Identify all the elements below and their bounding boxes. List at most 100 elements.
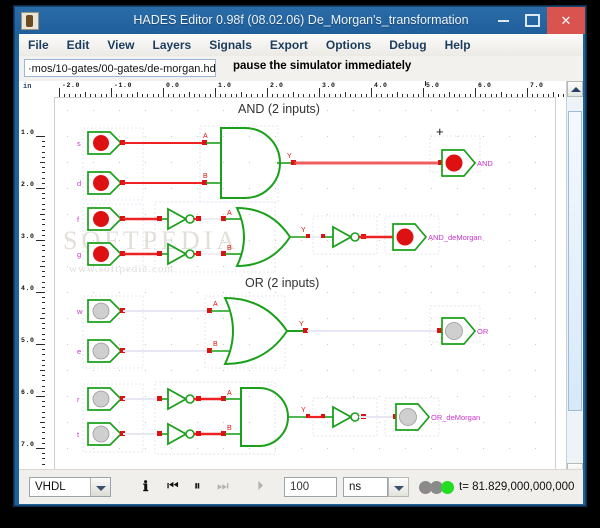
client-area: File Edit View Layers Signals Export Opt… [19, 34, 583, 503]
output-led-or-demorgan[interactable] [395, 403, 431, 431]
minimize-button[interactable] [489, 7, 518, 34]
ruler-label: 5.0 [426, 82, 440, 89]
input-label-d: d [77, 179, 81, 188]
language-select-value: VHDL [35, 481, 66, 493]
ruler-label: -2.0 [62, 82, 81, 89]
menu-item-export[interactable]: Export [261, 34, 317, 54]
menu-item-options[interactable]: Options [317, 34, 380, 54]
pin-label-y: Y [287, 153, 292, 160]
ruler-label: -1.0 [114, 82, 133, 89]
circuit-row-or[interactable]: w e A B Y OR [76, 295, 489, 369]
menu-item-edit[interactable]: Edit [58, 34, 99, 54]
led-running [441, 481, 454, 494]
play-icon[interactable]: ⏵ [257, 478, 264, 494]
chevron-down-icon[interactable] [90, 478, 110, 496]
menu-item-file[interactable]: File [19, 34, 58, 54]
pin-label-b: B [227, 245, 232, 252]
input-switch-w[interactable] [87, 299, 125, 323]
menu-item-help[interactable]: Help [436, 34, 480, 54]
application-window: HADES Editor 0.98f (08.02.06) De_Morgan'… [14, 6, 586, 506]
ruler-label: 6.0 [21, 389, 35, 396]
ruler-tick-major [59, 88, 60, 97]
inverter-r[interactable] [162, 387, 195, 411]
ruler-tick-major [36, 448, 45, 449]
info-icon[interactable]: ℹ [143, 478, 148, 495]
step-size-input[interactable]: 100 [284, 477, 337, 497]
ruler-tick-major [267, 88, 268, 97]
fast-forward-icon[interactable]: ⏭ [217, 478, 229, 494]
input-switch-e[interactable] [87, 339, 125, 363]
output-label-or-demorgan: OR_deMorgan [431, 413, 480, 422]
output-label-or: OR [477, 327, 489, 336]
vertical-scroll-thumb[interactable] [568, 111, 582, 411]
title-bar[interactable]: HADES Editor 0.98f (08.02.06) De_Morgan'… [15, 7, 585, 34]
input-switch-g[interactable] [87, 242, 125, 266]
circuit-row-and-demorgan[interactable]: f g A B Y AND_deMorgan [77, 201, 482, 273]
ruler-label: 1.0 [218, 82, 232, 89]
input-label-w: w [76, 307, 83, 316]
ruler-tick-major [36, 344, 45, 345]
output-led-and[interactable] [441, 149, 477, 177]
menu-item-debug[interactable]: Debug [380, 34, 435, 54]
pin-label-y: Y [301, 227, 306, 234]
or-gate-body[interactable] [223, 296, 289, 366]
ruler-corner: in [19, 81, 46, 98]
time-unit-select[interactable]: ns [343, 477, 388, 497]
menu-bar: File Edit View Layers Signals Export Opt… [19, 34, 583, 57]
menu-item-signals[interactable]: Signals [200, 34, 261, 54]
design-path-field[interactable]: ·mos/10-gates/00-gates/de-morgan.hds [24, 59, 216, 77]
circuit-row-or-demorgan[interactable]: r t A B Y OR_deMorgan [77, 381, 480, 455]
schematic-canvas[interactable]: SOFTPEDIA www.softpedia.com AND (2 input… [45, 97, 567, 479]
scroll-up-button[interactable] [567, 81, 583, 97]
output-label-and-demorgan: AND_deMorgan [428, 233, 482, 242]
vertical-scrollbar[interactable] [566, 81, 583, 479]
circuit-drawing[interactable]: s d A B Y AND f g A B Y AND_deMorgan w e… [55, 98, 555, 473]
input-label-t: t [77, 430, 80, 439]
pin-label-b: B [213, 341, 218, 348]
pin-label-a: A [213, 301, 218, 308]
and-gate-body[interactable] [240, 387, 289, 447]
and-gate-body[interactable] [220, 127, 281, 199]
time-unit-value: ns [349, 481, 362, 493]
pin-label-a: A [203, 133, 208, 140]
inverter-f[interactable] [162, 207, 195, 231]
menu-item-view[interactable]: View [98, 34, 143, 54]
close-icon: ✕ [560, 12, 572, 28]
ruler-label: 0.0 [166, 82, 180, 89]
inverter-output[interactable] [325, 405, 360, 429]
ruler-tick-major [163, 88, 164, 97]
language-select[interactable]: VHDL [29, 477, 111, 497]
input-switch-t[interactable] [87, 422, 125, 446]
output-led-or[interactable] [441, 317, 477, 345]
pause-icon[interactable]: ⏸ [194, 478, 201, 494]
circuit-row-and[interactable]: s d A B Y AND [77, 125, 493, 203]
inverter-output[interactable] [325, 225, 360, 249]
ruler-cursor-marker [425, 81, 426, 86]
inverter-g[interactable] [162, 242, 195, 266]
ruler-label: 3.0 [21, 233, 35, 240]
ruler-tick-major [36, 292, 45, 293]
pin-label-y: Y [301, 407, 306, 414]
input-switch-f[interactable] [87, 207, 125, 231]
ruler-tick-major [527, 88, 528, 97]
ruler-tick-major [36, 188, 45, 189]
input-switch-r[interactable] [87, 387, 125, 411]
input-switch-s[interactable] [87, 131, 125, 155]
menu-item-layers[interactable]: Layers [143, 34, 200, 54]
inverter-t[interactable] [162, 422, 195, 446]
pin-label-a: A [227, 390, 232, 397]
rewind-icon[interactable]: ⏮ [167, 478, 179, 494]
ruler-tick-major [36, 136, 45, 137]
ruler-label: 2.0 [270, 82, 284, 89]
maximize-button[interactable] [518, 7, 547, 34]
schematic-sheet[interactable]: SOFTPEDIA www.softpedia.com AND (2 input… [54, 97, 556, 474]
or-gate-body[interactable] [235, 206, 292, 268]
close-button[interactable]: ✕ [547, 7, 585, 34]
time-unit-dropdown-button[interactable] [388, 477, 409, 497]
toolbar: ·mos/10-gates/00-gates/de-morgan.hds pau… [19, 56, 583, 82]
input-switch-d[interactable] [87, 171, 125, 195]
input-label-f: f [77, 215, 80, 224]
simulator-hint-text: pause the simulator immediately [233, 60, 412, 72]
output-led-and-demorgan[interactable] [392, 223, 428, 251]
ruler-label: 1.0 [21, 129, 35, 136]
